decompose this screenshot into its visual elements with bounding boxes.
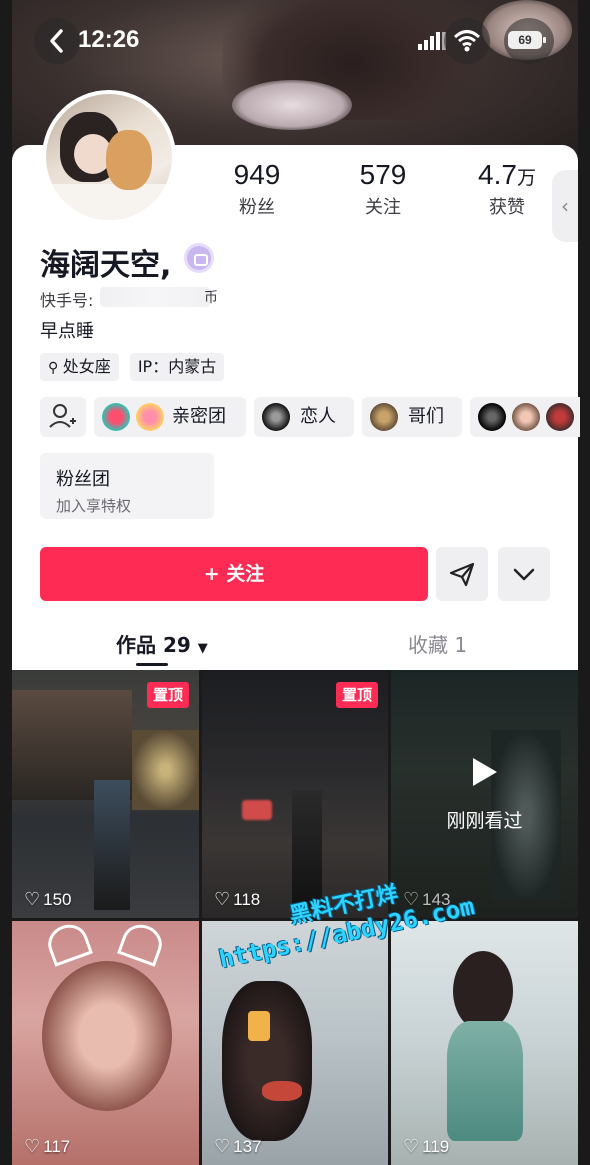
account-id-label: 快手号: [40,291,94,310]
circle-close-group[interactable]: 亲密团 [94,397,246,437]
side-expand-tab[interactable]: ‹ [552,170,578,242]
circle-more[interactable] [470,397,580,437]
circle-avatar [102,403,130,431]
more-button[interactable]: 69 [504,18,554,64]
video-tile[interactable]: 置顶 ♡ 150 [12,670,199,918]
circle-buddies-label: 哥们 [408,406,444,427]
account-id-tail: 币 [204,290,218,306]
more-options-button[interactable] [498,547,550,601]
chevron-left-icon [50,29,63,53]
profile-tags: ⚲ 处女座 IP：内蒙古 [40,353,230,381]
camera-badge-icon[interactable] [184,243,214,273]
pinned-badge: 置顶 [146,682,189,708]
cover-photo-cloth [232,80,352,130]
video-likes: ♡ 117 [24,1136,71,1156]
heart-icon: ♡ [24,889,41,909]
chevron-down-icon [513,568,535,581]
fan-club-card[interactable]: 粉丝团 加入享特权 [40,453,214,519]
content-tabs: 作品 29 ▼ 收藏 1 [12,621,578,666]
stat-following-label: 关注 [365,197,401,218]
profile-stats: 949 粉丝 579 关注 4.7万 获赞 [212,159,542,223]
avatar-image [46,94,172,220]
circle-avatar [262,403,290,431]
battery-icon: 69 [508,31,546,49]
circle-avatar [370,403,398,431]
back-button[interactable] [34,18,80,64]
circle-buddies[interactable]: 哥们 [362,397,462,437]
pinned-badge: 置顶 [335,682,378,708]
stat-likes-value: 4.7 [478,159,517,190]
circle-avatar [136,403,164,431]
battery-level: 69 [518,33,532,47]
tab-underline [136,663,168,666]
video-tile[interactable]: ♡ 119 [391,921,578,1165]
avatar[interactable] [42,90,176,224]
caret-down-icon: ▼ [197,641,208,656]
add-friend-icon [49,404,76,428]
wifi-button[interactable] [444,18,490,64]
tag-zodiac: ⚲ 处女座 [40,353,119,381]
circle-avatar [512,403,540,431]
circle-avatar [478,403,506,431]
stat-following-value: 579 [359,159,407,190]
heart-icon: ♡ [24,1136,41,1156]
video-likes: ♡ 119 [403,1136,450,1156]
status-time: 12:26 [78,26,140,53]
follow-button[interactable]: + 关注 [40,547,428,601]
fan-club-title: 粉丝团 [56,469,110,490]
circle-lover-label: 恋人 [300,406,336,427]
tab-works[interactable]: 作品 29 ▼ [116,629,208,658]
share-button[interactable] [436,547,488,601]
heart-icon: ♡ [214,889,231,909]
stat-fans-label: 粉丝 [239,197,275,218]
circle-avatar [546,403,574,431]
wifi-icon [453,30,481,52]
stat-fans-value: 949 [233,159,281,190]
account-id-blurred [100,287,210,307]
send-icon [449,562,475,587]
just-watched-label: 刚刚看过 [446,810,523,832]
heart-icon: ♡ [403,1136,420,1156]
stat-likes-unit: 万 [516,168,536,189]
status-bar: 12:26 69 [34,18,554,64]
chevron-left-small-icon: ‹ [561,194,569,218]
heart-icon: ♡ [214,1136,231,1156]
video-likes: ♡ 150 [24,889,72,909]
video-tile[interactable]: ♡ 117 [12,921,199,1165]
stat-likes-label: 获赞 [489,197,525,218]
video-tile[interactable]: 置顶 ♡ 118 [202,670,388,918]
tab-favorites[interactable]: 收藏 1 [408,629,467,658]
tab-works-label: 作品 29 [116,633,191,657]
profile-card: 949 粉丝 579 关注 4.7万 获赞 ‹ 海阔天空, 快手号: 币 早点睡… [12,90,580,670]
stat-following[interactable]: 579 关注 [338,159,428,219]
pin-icon: ⚲ [48,360,63,376]
profile-name: 海阔天空, [40,248,172,283]
stat-likes[interactable]: 4.7万 获赞 [462,159,552,219]
fan-club-subtitle: 加入享特权 [56,497,132,515]
circle-lover[interactable]: 恋人 [254,397,354,437]
intimate-circles: 亲密团 恋人 哥们 [40,397,580,437]
circle-close-group-label: 亲密团 [172,406,226,427]
tag-ip-location: IP：内蒙古 [129,353,225,381]
profile-bio: 早点睡 [40,321,94,342]
add-friend-button[interactable] [40,397,86,437]
play-icon [473,758,497,786]
video-likes: ♡ 137 [214,1136,262,1156]
stat-fans[interactable]: 949 粉丝 [212,159,302,219]
